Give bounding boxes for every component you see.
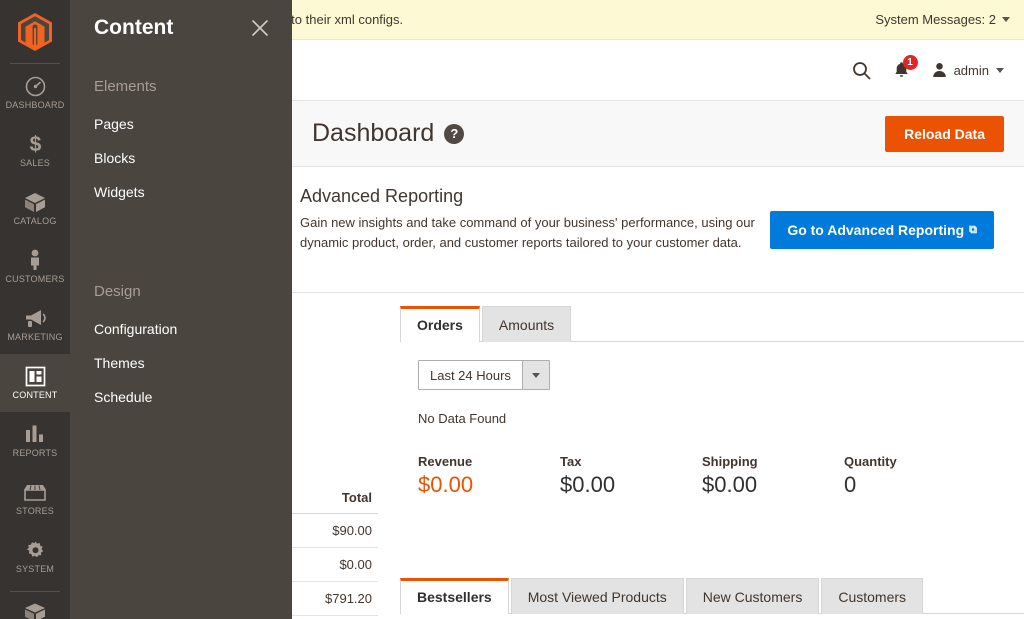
person-icon — [27, 249, 43, 271]
orders-tab-panel: Last 24 Hours No Data Found Revenue $0.0… — [400, 342, 1024, 497]
stat-revenue: Revenue $0.00 — [418, 454, 560, 497]
svg-text:$: $ — [29, 133, 41, 155]
stat-label: Quantity — [844, 454, 897, 469]
flyout-group-design: Design Configuration Themes Schedule — [70, 283, 292, 414]
sidebar-item-label: REPORTS — [12, 448, 58, 459]
reload-data-button[interactable]: Reload Data — [885, 115, 1004, 152]
stat-value: 0 — [844, 472, 857, 497]
flyout-group-title: Elements — [94, 78, 157, 95]
orders-stats: Revenue $0.00 Tax $0.00 Shipping $0.00 Q… — [418, 454, 1024, 497]
sidebar-item-label: SALES — [19, 158, 51, 169]
help-icon[interactable]: ? — [444, 123, 465, 144]
external-link-icon: ⧉ — [969, 223, 977, 236]
sidebar-item-label: MARKETING — [7, 332, 63, 343]
sidebar-item-dashboard[interactable]: DASHBOARD — [0, 64, 70, 122]
sidebar-item-reports[interactable]: REPORTS — [0, 412, 70, 470]
notifications-bell-icon[interactable]: 1 — [893, 55, 918, 79]
flyout-group-divider — [70, 209, 292, 245]
dashboard-bottom-tab-bar: Bestsellers Most Viewed Products New Cus… — [400, 568, 1024, 614]
dollar-icon: $ — [25, 133, 46, 155]
stat-shipping: Shipping $0.00 — [702, 454, 844, 497]
no-data-message: No Data Found — [418, 411, 507, 426]
sidebar-item-label: CATALOG — [13, 216, 57, 227]
notification-count-badge: 1 — [902, 55, 918, 70]
admin-dashboard-screen: have been reset because of a change to t… — [0, 0, 1024, 619]
tab-amounts[interactable]: Amounts — [481, 306, 572, 342]
box-icon — [24, 191, 46, 213]
chevron-down-icon — [521, 361, 549, 389]
page-title: Dashboard — [312, 119, 435, 147]
stat-label: Tax — [560, 454, 582, 469]
stat-tax: Tax $0.00 — [560, 454, 702, 497]
sidebar-item-label: DASHBOARD — [5, 100, 65, 111]
sidebar-item-customers[interactable]: CUSTOMERS — [0, 238, 70, 296]
sidebar-item-stores[interactable]: STORES — [0, 470, 70, 528]
sidebar-item-content[interactable]: CONTENT — [0, 354, 70, 412]
storefront-icon — [23, 481, 47, 503]
layout-icon — [25, 365, 46, 387]
magento-logo[interactable] — [0, 0, 70, 63]
sidebar-item-find-partners-extensions[interactable]: FIND PARTNERS & EXTENSIONS — [0, 597, 70, 619]
time-range-select[interactable]: Last 24 Hours — [418, 360, 550, 390]
user-avatar-icon — [932, 63, 946, 77]
chevron-down-icon — [1002, 17, 1010, 22]
flyout-header: Content — [70, 0, 292, 40]
admin-user-menu[interactable]: admin — [932, 62, 1004, 78]
flyout-item-pages[interactable]: Pages — [70, 107, 292, 141]
orders-tab-bar: Orders Amounts — [400, 294, 1024, 342]
flyout-item-schedule[interactable]: Schedule — [70, 380, 292, 414]
extension-icon — [23, 602, 47, 619]
close-icon[interactable] — [250, 18, 270, 38]
sidebar-item-label: STORES — [15, 506, 55, 517]
tab-customers[interactable]: Customers — [821, 578, 924, 614]
flyout-item-blocks[interactable]: Blocks — [70, 141, 292, 175]
stat-value: $0.00 — [702, 472, 758, 497]
flyout-group-title: Design — [94, 283, 141, 300]
tab-new-customers[interactable]: New Customers — [685, 578, 820, 614]
sidebar-item-sales[interactable]: $ SALES — [0, 122, 70, 180]
main-sidebar: DASHBOARD $ SALES CATALOG CUSTOMERS MARK… — [0, 0, 70, 619]
flyout-item-themes[interactable]: Themes — [70, 346, 292, 380]
flyout-item-widgets[interactable]: Widgets — [70, 175, 292, 209]
advanced-reporting-heading: Advanced Reporting — [300, 186, 464, 206]
content-flyout-panel: Content Elements Pages Blocks Widgets De… — [70, 0, 292, 619]
tab-bestsellers[interactable]: Bestsellers — [400, 578, 509, 614]
megaphone-icon — [24, 307, 47, 329]
sidebar-item-system[interactable]: SYSTEM — [0, 528, 70, 586]
sidebar-item-label: CUSTOMERS — [5, 274, 65, 285]
search-icon[interactable] — [852, 61, 871, 80]
orders-widget: Orders Amounts Last 24 Hours No Data Fou… — [400, 294, 1024, 497]
flyout-group-elements: Elements Pages Blocks Widgets — [70, 78, 292, 209]
system-messages-count-label: System Messages: 2 — [875, 12, 996, 27]
stat-label: Shipping — [702, 454, 758, 469]
tab-orders[interactable]: Orders — [400, 306, 480, 342]
chevron-down-icon — [996, 67, 1004, 73]
time-range-selected-value: Last 24 Hours — [419, 361, 522, 389]
sidebar-item-label: SYSTEM — [15, 564, 55, 575]
bar-chart-icon — [24, 423, 46, 445]
system-messages-toggle[interactable]: System Messages: 2 — [875, 12, 1010, 27]
gauge-icon — [25, 75, 46, 97]
stat-value: $0.00 — [560, 472, 616, 497]
flyout-item-configuration[interactable]: Configuration — [70, 312, 292, 346]
admin-user-name: admin — [953, 62, 989, 78]
tab-most-viewed-products[interactable]: Most Viewed Products — [510, 578, 684, 614]
gear-icon — [25, 539, 46, 561]
stat-label: Revenue — [418, 454, 473, 469]
advanced-reporting-description: Gain new insights and take command of yo… — [300, 215, 755, 250]
sidebar-divider — [10, 591, 60, 592]
flyout-title: Content — [94, 16, 174, 39]
stat-quantity: Quantity 0 — [844, 454, 986, 497]
sidebar-item-catalog[interactable]: CATALOG — [0, 180, 70, 238]
advanced-reporting-button-label: Go to Advanced Reporting — [787, 222, 965, 238]
stat-value: $0.00 — [418, 472, 474, 497]
go-to-advanced-reporting-button[interactable]: Go to Advanced Reporting ⧉ — [770, 211, 994, 249]
sidebar-item-label: CONTENT — [12, 390, 58, 401]
sidebar-item-marketing[interactable]: MARKETING — [0, 296, 70, 354]
